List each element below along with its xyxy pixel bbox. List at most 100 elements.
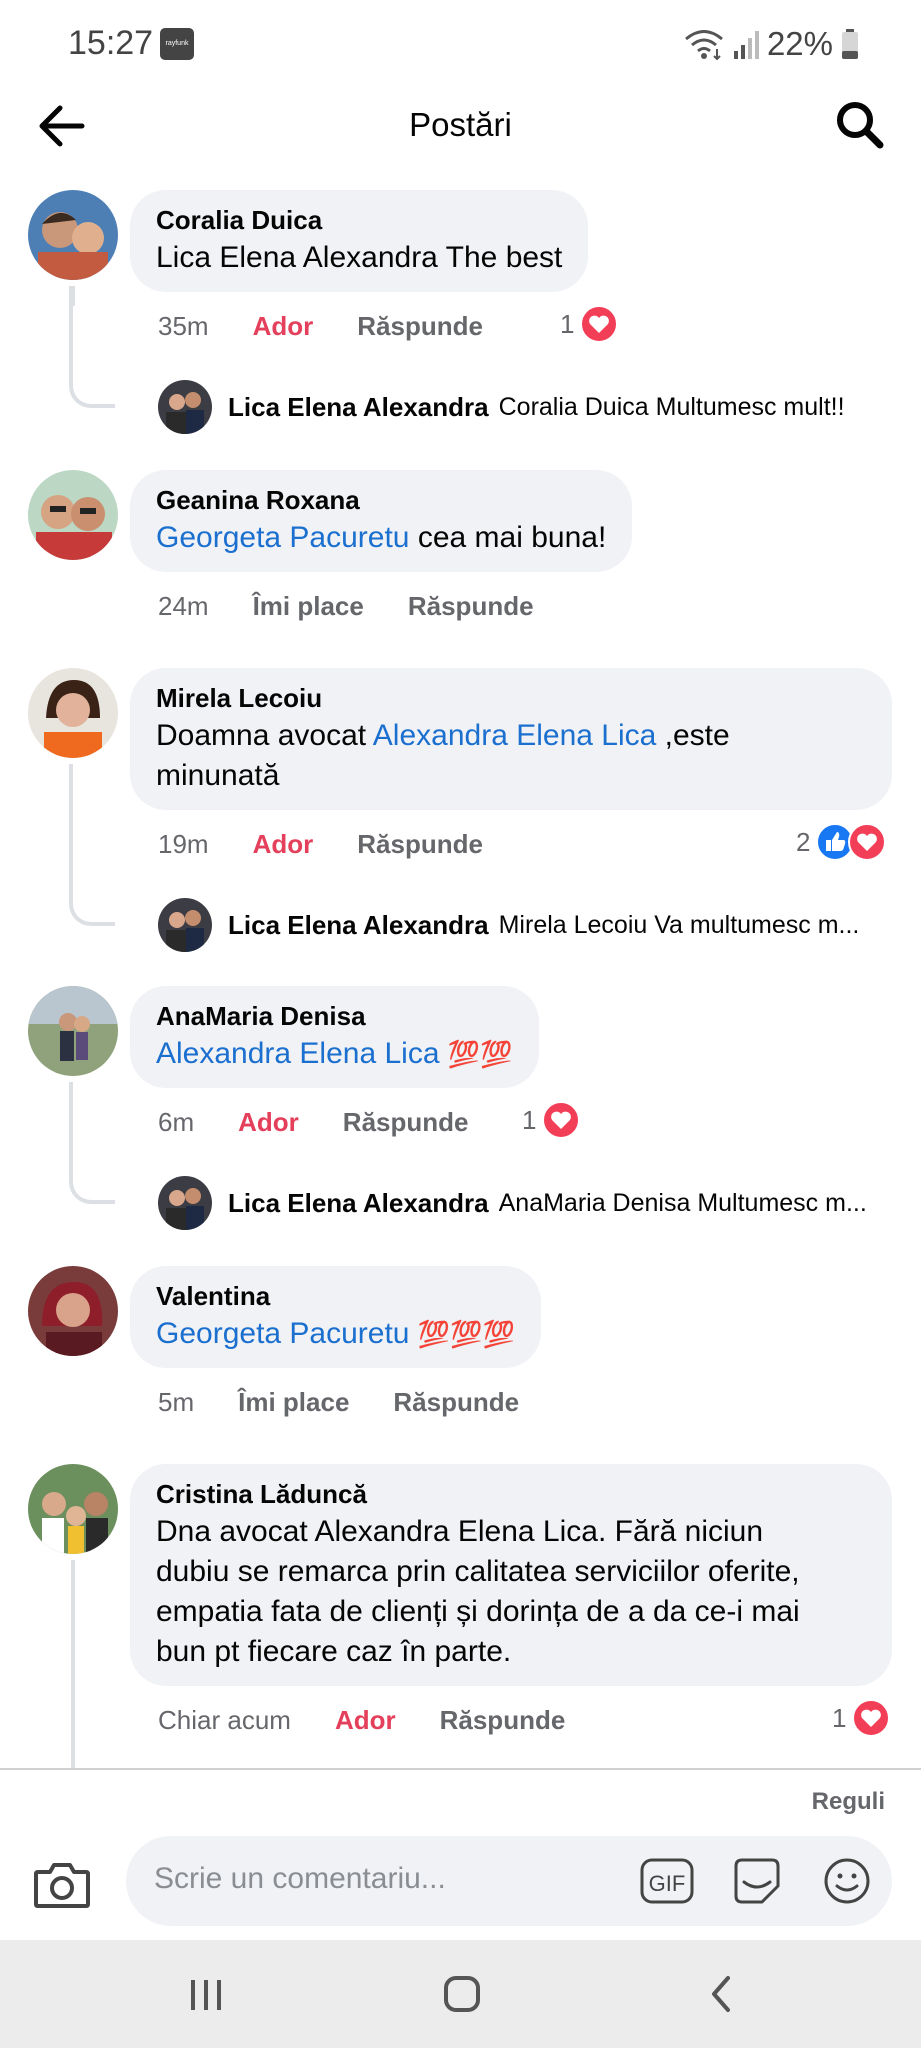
comment-text-line: empatia fata de clienți și dorința de a … — [156, 1595, 800, 1628]
search-button[interactable] — [833, 98, 887, 152]
reaction-summary[interactable]: 1 — [832, 1698, 891, 1738]
reaction-summary[interactable]: 1 — [522, 1100, 581, 1140]
like-button[interactable]: Ador — [253, 311, 314, 342]
like-button[interactable]: Îmi place — [238, 1387, 349, 1418]
comment-time: 5m — [158, 1386, 195, 1417]
app-notification-icon: rayfunk — [160, 28, 194, 60]
avatar[interactable] — [28, 190, 118, 280]
page-title: Postări — [409, 106, 512, 143]
avatar[interactable] — [28, 1464, 118, 1554]
comment-actions: 24m Îmi place Răspunde — [158, 586, 534, 626]
app-header: Postări — [0, 88, 921, 164]
comment-time: 35m — [158, 310, 209, 341]
divider — [0, 1768, 921, 1770]
reply-thread-connector — [69, 286, 115, 408]
thread-line — [71, 1560, 75, 1768]
reaction-summary[interactable]: 1 — [560, 304, 619, 344]
like-button[interactable]: Îmi place — [253, 591, 364, 622]
comment-actions: Chiar acum Ador Răspunde — [158, 1700, 565, 1740]
comment-author[interactable]: Geanina Roxana — [156, 482, 606, 518]
comment-time: 19m — [158, 828, 209, 859]
comment-text: Doamna avocat Alexandra Elena Lica ,este — [156, 716, 866, 756]
comment-text-start: Doamna avocat — [156, 719, 373, 752]
recent-apps-icon — [191, 1980, 221, 2010]
mention-link[interactable]: Georgeta Pacuretu — [156, 521, 410, 554]
comment-bubble[interactable]: AnaMaria Denisa Alexandra Elena Lica 💯💯 — [130, 986, 539, 1088]
comment-author[interactable]: Cristina Lăduncă — [156, 1476, 866, 1512]
wifi-icon — [684, 30, 723, 61]
chevron-left-icon — [712, 1976, 730, 2012]
comment-text-line: bun pt fiecare caz în parte. — [156, 1635, 512, 1668]
sticker-button[interactable] — [730, 1856, 784, 1906]
heart-reaction-icon — [852, 1699, 891, 1737]
comment-author[interactable]: Mirela Lecoiu — [156, 680, 866, 716]
rules-link[interactable]: Reguli — [812, 1788, 885, 1816]
mention-link[interactable]: Georgeta Pacuretu — [156, 1317, 410, 1350]
like-button[interactable]: Ador — [238, 1107, 299, 1138]
signal-icon — [733, 31, 759, 59]
avatar[interactable] — [28, 668, 118, 758]
reply-item[interactable]: Lica Elena Alexandra Coralia Duica Multu… — [228, 380, 888, 434]
reply-text: Coralia Duica Multumesc mult!! — [498, 392, 845, 421]
comment-text-line: dubiu se remarca prin calitatea servicii… — [156, 1555, 800, 1588]
gif-icon: GIF — [640, 1858, 694, 1904]
reaction-summary[interactable]: 2 — [796, 822, 887, 862]
comment-text-line: Dna avocat Alexandra Elena Lica. Fără ni… — [156, 1515, 764, 1548]
reply-item[interactable]: Lica Elena Alexandra AnaMaria Denisa Mul… — [228, 1176, 892, 1230]
reply-item[interactable]: Lica Elena Alexandra Mirela Lecoiu Va mu… — [228, 898, 892, 952]
comment-author[interactable]: AnaMaria Denisa — [156, 998, 513, 1034]
reaction-count: 1 — [560, 308, 575, 339]
reply-avatar[interactable] — [158, 380, 212, 434]
comment-text: Georgeta Pacuretu 💯💯💯 — [156, 1314, 515, 1354]
comment-text-line: minunată — [156, 759, 280, 792]
sticker-icon — [734, 1858, 780, 1904]
comment-actions: 6m Ador Răspunde — [158, 1102, 468, 1142]
heart-reaction-icon — [848, 823, 887, 861]
mention-link[interactable]: Alexandra Elena Lica — [373, 719, 657, 752]
gif-button[interactable]: GIF — [640, 1856, 694, 1906]
reply-button[interactable]: Răspunde — [343, 1107, 469, 1138]
reply-author[interactable]: Lica Elena Alexandra — [228, 1188, 489, 1219]
reply-avatar[interactable] — [158, 898, 212, 952]
reaction-count: 1 — [832, 1702, 847, 1733]
comment-bubble[interactable]: Geanina Roxana Georgeta Pacuretu cea mai… — [130, 470, 633, 572]
comment-bubble[interactable]: Coralia Duica Lica Elena Alexandra The b… — [130, 190, 589, 292]
mention-link[interactable]: Alexandra Elena Lica — [156, 1037, 440, 1070]
comment-composer[interactable]: Scrie un comentariu... GIF — [126, 1836, 892, 1926]
reply-author[interactable]: Lica Elena Alexandra — [228, 392, 489, 423]
emoji-button[interactable] — [820, 1856, 874, 1906]
comment-bubble[interactable]: Valentina Georgeta Pacuretu 💯💯💯 — [130, 1266, 541, 1368]
comment-author[interactable]: Valentina — [156, 1278, 515, 1314]
comment-bubble[interactable]: Cristina Lăduncă Dna avocat Alexandra El… — [130, 1464, 892, 1686]
camera-button[interactable] — [32, 1856, 92, 1912]
battery-icon — [842, 29, 858, 59]
avatar[interactable] — [28, 470, 118, 560]
reply-avatar[interactable] — [158, 1176, 212, 1230]
comment-text: Alexandra Elena Lica 💯💯 — [156, 1034, 513, 1074]
like-button[interactable]: Ador — [253, 829, 314, 860]
status-time: 15:27 — [68, 24, 154, 62]
reply-button[interactable]: Răspunde — [440, 1705, 566, 1736]
reply-button[interactable]: Răspunde — [357, 311, 483, 342]
reaction-count: 2 — [796, 826, 811, 857]
comment-text: Georgeta Pacuretu cea mai buna! — [156, 518, 606, 558]
reply-text: AnaMaria Denisa Multumesc m... — [498, 1188, 867, 1217]
comment-author[interactable]: Coralia Duica — [156, 202, 562, 238]
avatar[interactable] — [28, 986, 118, 1076]
avatar[interactable] — [28, 1266, 118, 1356]
reply-button[interactable]: Răspunde — [357, 829, 483, 860]
home-button[interactable] — [432, 1966, 492, 2022]
like-button[interactable]: Ador — [335, 1705, 396, 1736]
reply-author[interactable]: Lica Elena Alexandra — [228, 910, 489, 941]
comment-time: 6m — [158, 1106, 195, 1137]
system-back-button[interactable] — [692, 1966, 752, 2022]
reaction-count: 1 — [522, 1104, 537, 1135]
recent-apps-button[interactable] — [176, 1966, 236, 2022]
reply-button[interactable]: Răspunde — [393, 1387, 519, 1418]
status-indicators: 22% — [683, 24, 859, 64]
comment-actions: 35m Ador Răspunde — [158, 306, 483, 346]
comment-bubble[interactable]: Mirela Lecoiu Doamna avocat Alexandra El… — [130, 668, 892, 810]
comment-input[interactable]: Scrie un comentariu... — [154, 1862, 446, 1896]
reply-button[interactable]: Răspunde — [408, 591, 534, 622]
comment-text: Lica Elena Alexandra The best — [156, 241, 563, 274]
